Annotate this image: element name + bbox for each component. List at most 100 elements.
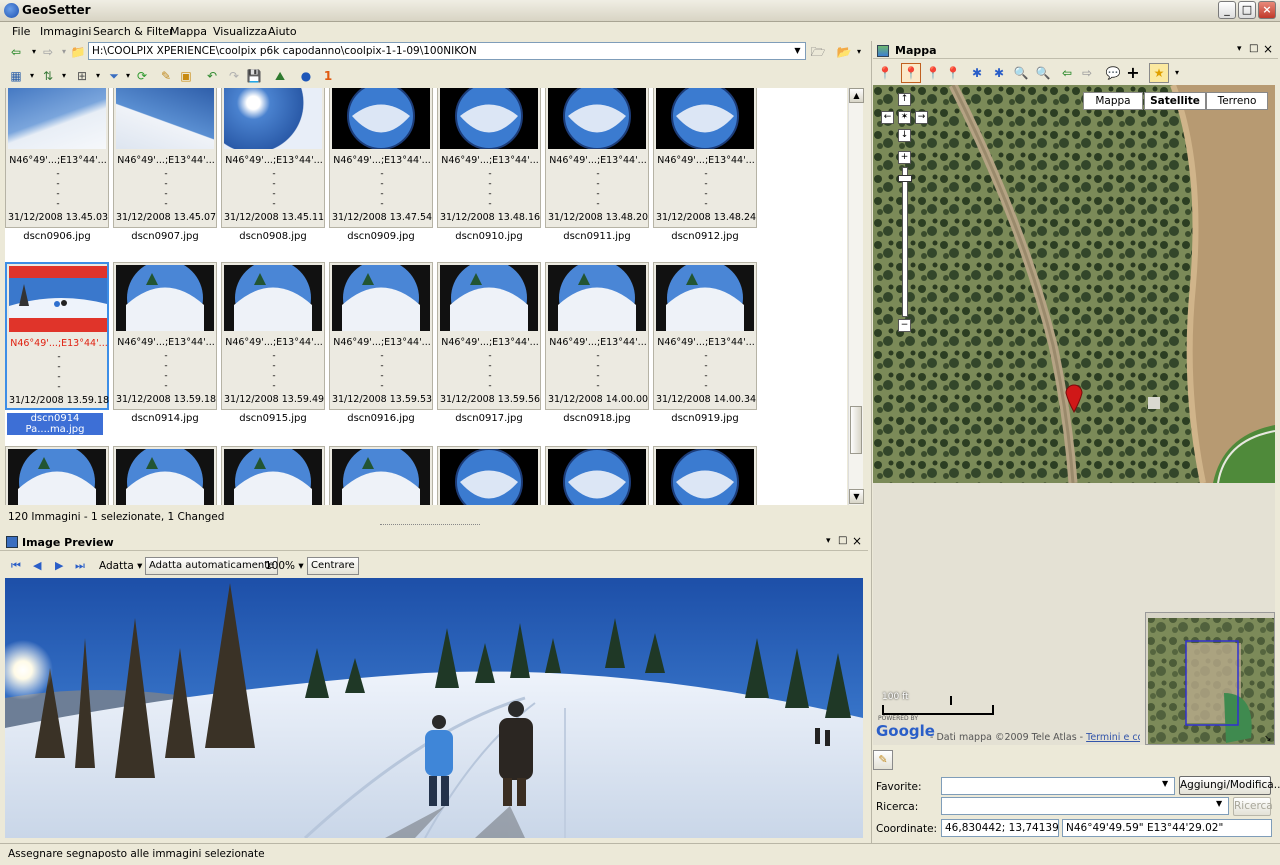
thumbnail-card[interactable]: N46°49'...;E13°44'... - - - -31/12/2008 13.4… [437,88,541,228]
overview-map[interactable]: ↘ [1145,612,1275,745]
thumbnail-card[interactable]: N46°49'...;E13°44'... - - - -31/12/2008 13.4… [5,88,109,228]
maximize-button[interactable]: □ [1238,1,1256,19]
path-dropdown-icon[interactable]: ▼ [790,43,805,59]
map-type-satellite[interactable]: Satellite [1144,92,1206,110]
thumbnail-card[interactable]: N46°49'...;E13°44'... - - - -31/12/2008 13.5… [437,262,541,410]
terms-link[interactable]: Termini e condizioni d'uso [1086,732,1140,743]
thumbnail-card[interactable]: N46°49'...;E13°44'... - - - -31/12/2008 13.4… [221,88,325,228]
thumbnail-cell[interactable] [437,446,543,505]
group-icon[interactable]: ⊞ [74,68,90,84]
thumbnail-cell[interactable]: N46°49'...;E13°44'... - - - -31/12/2008 13.4… [221,88,327,260]
thumbnail-image[interactable] [116,265,214,331]
favorites-star-dropdown-icon[interactable]: ▾ [1169,65,1185,81]
thumbnail-card[interactable]: N46°49'...;E13°44'... - - - -31/12/2008 13.5… [329,262,433,410]
thumbnail-cell[interactable]: N46°49'...;E13°44'... - - - -31/12/2008 13.5… [221,262,327,442]
thumbnail-image[interactable] [8,449,106,505]
thumbnail-card[interactable]: N46°49'...;E13°44'... - - - -31/12/2008 13.4… [653,88,757,228]
scroll-thumb[interactable] [850,406,862,454]
map-type-terreno[interactable]: Terreno [1206,92,1268,110]
folder-path-input[interactable]: H:\COOLPIX XPERIENCE\coolpix p6k capodan… [88,42,806,60]
thumbnail-image[interactable] [332,265,430,331]
thumbnail-cell[interactable] [113,446,219,505]
thumbnail-cell[interactable] [653,446,759,505]
search-button[interactable]: Ricerca [1233,797,1273,816]
thumbnail-card[interactable] [5,446,109,505]
map-pane-close-icon[interactable]: × [1263,42,1273,56]
edit-location-icon[interactable]: ✎ [873,750,893,770]
scroll-up-icon[interactable]: ▲ [849,88,864,103]
pan-left-icon[interactable]: ← [881,111,894,124]
center-button[interactable]: Centrare [307,557,359,575]
thumbnail-card[interactable]: N46°49'...;E13°44'... - - - -31/12/2008 14.0… [545,262,649,410]
search-location-icon[interactable]: 🔍 [1013,65,1029,81]
thumbnail-cell[interactable]: N46°49'...;E13°44'... - - - -31/12/2008 13.5… [329,262,435,442]
thumbnail-card[interactable]: N46°49'...;E13°44'... - - - -31/12/2008 13.5… [5,262,109,410]
marker-green-icon[interactable]: 📍 [925,65,941,81]
zoom-slider-handle[interactable] [898,175,912,182]
coordinate-decimal-field[interactable]: 46,830442; 13,741395 [941,819,1059,837]
thumbnail-card[interactable]: N46°49'...;E13°44'... - - - -31/12/2008 13.5… [221,262,325,410]
thumbnail-image[interactable] [8,88,106,149]
view-mode-icon[interactable]: ▦ [8,68,24,84]
thumbnail-image[interactable] [440,88,538,149]
pan-up-icon[interactable]: ↑ [898,93,911,106]
refresh-icon[interactable]: ⟳ [134,68,150,84]
redo-icon[interactable]: ↷ [226,68,242,84]
folder-options-icon[interactable]: 🗁 [810,44,826,60]
thumbnail-filename[interactable]: dscn0908.jpg [221,231,325,242]
map-pane-float-icon[interactable]: □ [1249,43,1258,54]
thumbnail-card[interactable] [329,446,433,505]
map-forward-icon[interactable]: ⇨ [1079,65,1095,81]
thumbnail-card[interactable]: N46°49'...;E13°44'... - - - -31/12/2008 13.5… [113,262,217,410]
edit-data-icon[interactable]: ✎ [158,68,174,84]
thumbnail-cell[interactable]: N46°49'...;E13°44'... - - - -31/12/2008 13.4… [5,88,111,260]
view-dropdown-icon[interactable]: ▾ [24,68,40,84]
thumbnail-card[interactable]: N46°49'...;E13°44'... - - - -31/12/2008 14.0… [653,262,757,410]
zoom-dropdown[interactable]: 100% ▾ [265,560,304,572]
map-back-icon[interactable]: ⇦ [1059,65,1075,81]
thumbnail-cell[interactable] [329,446,435,505]
thumbnail-image[interactable] [116,449,214,505]
thumbnail-image[interactable] [548,449,646,505]
pane-menu-icon[interactable]: ▾ [826,536,831,546]
favorites-dropdown-icon[interactable]: ▾ [851,44,867,60]
thumbnail-cell[interactable]: N46°49'...;E13°44'... - - - -31/12/2008 13.4… [329,88,435,260]
thumbnail-image[interactable] [440,265,538,331]
back-arrow-icon[interactable]: ⇦ [8,44,24,60]
counter-icon[interactable]: 1 [320,68,336,84]
thumbnail-card[interactable] [437,446,541,505]
thumbnail-cell[interactable]: N46°49'...;E13°44'... - - - -31/12/2008 14.0… [545,262,651,442]
map-pane-menu-icon[interactable]: ▾ [1237,44,1242,54]
set-marker-active-icon[interactable]: 📍 [901,63,921,83]
save-icon[interactable]: 💾 [246,68,262,84]
thumbnail-card[interactable] [113,446,217,505]
thumbnail-filename[interactable]: dscn0907.jpg [113,231,217,242]
thumbnail-filename[interactable]: dscn0910.jpg [437,231,541,242]
thumbnail-image[interactable] [548,88,646,149]
previous-image-icon[interactable]: ◀ [33,559,41,572]
menu-visualizza[interactable]: Visualizza [213,25,267,38]
favorites-star-icon[interactable]: ★ [1149,63,1169,83]
synchronize-icon[interactable]: ▣ [178,68,194,84]
thumbnail-cell[interactable] [545,446,651,505]
crosshair-icon[interactable]: + [1125,65,1141,81]
thumbnail-cell[interactable] [5,446,111,505]
folder-up-icon[interactable]: 📁 [70,44,86,60]
comment-icon[interactable]: 💬 [1105,65,1121,81]
menu-mappa[interactable]: Mappa [170,25,207,38]
pane-float-icon[interactable]: □ [838,535,847,546]
thumbnail-image[interactable] [332,88,430,149]
fit-dropdown[interactable]: Adatta ▾ [99,560,142,572]
folder-favorites-icon[interactable]: 📂 [836,44,852,60]
thumbnail-card[interactable] [545,446,649,505]
thumbnail-image[interactable] [116,88,214,149]
favorite-dropdown-icon[interactable]: ▼ [1162,779,1168,788]
thumbnail-cell[interactable] [221,446,327,505]
overview-toggle-icon[interactable]: ↘ [1264,734,1272,744]
zoom-in-icon[interactable]: + [898,151,911,164]
place-marker-icon[interactable]: 📍 [877,65,893,81]
zoom-slider[interactable] [902,167,908,317]
scroll-down-icon[interactable]: ▼ [849,489,864,504]
close-button[interactable]: × [1258,1,1276,19]
thumbnail-filename[interactable]: dscn0915.jpg [221,413,325,424]
